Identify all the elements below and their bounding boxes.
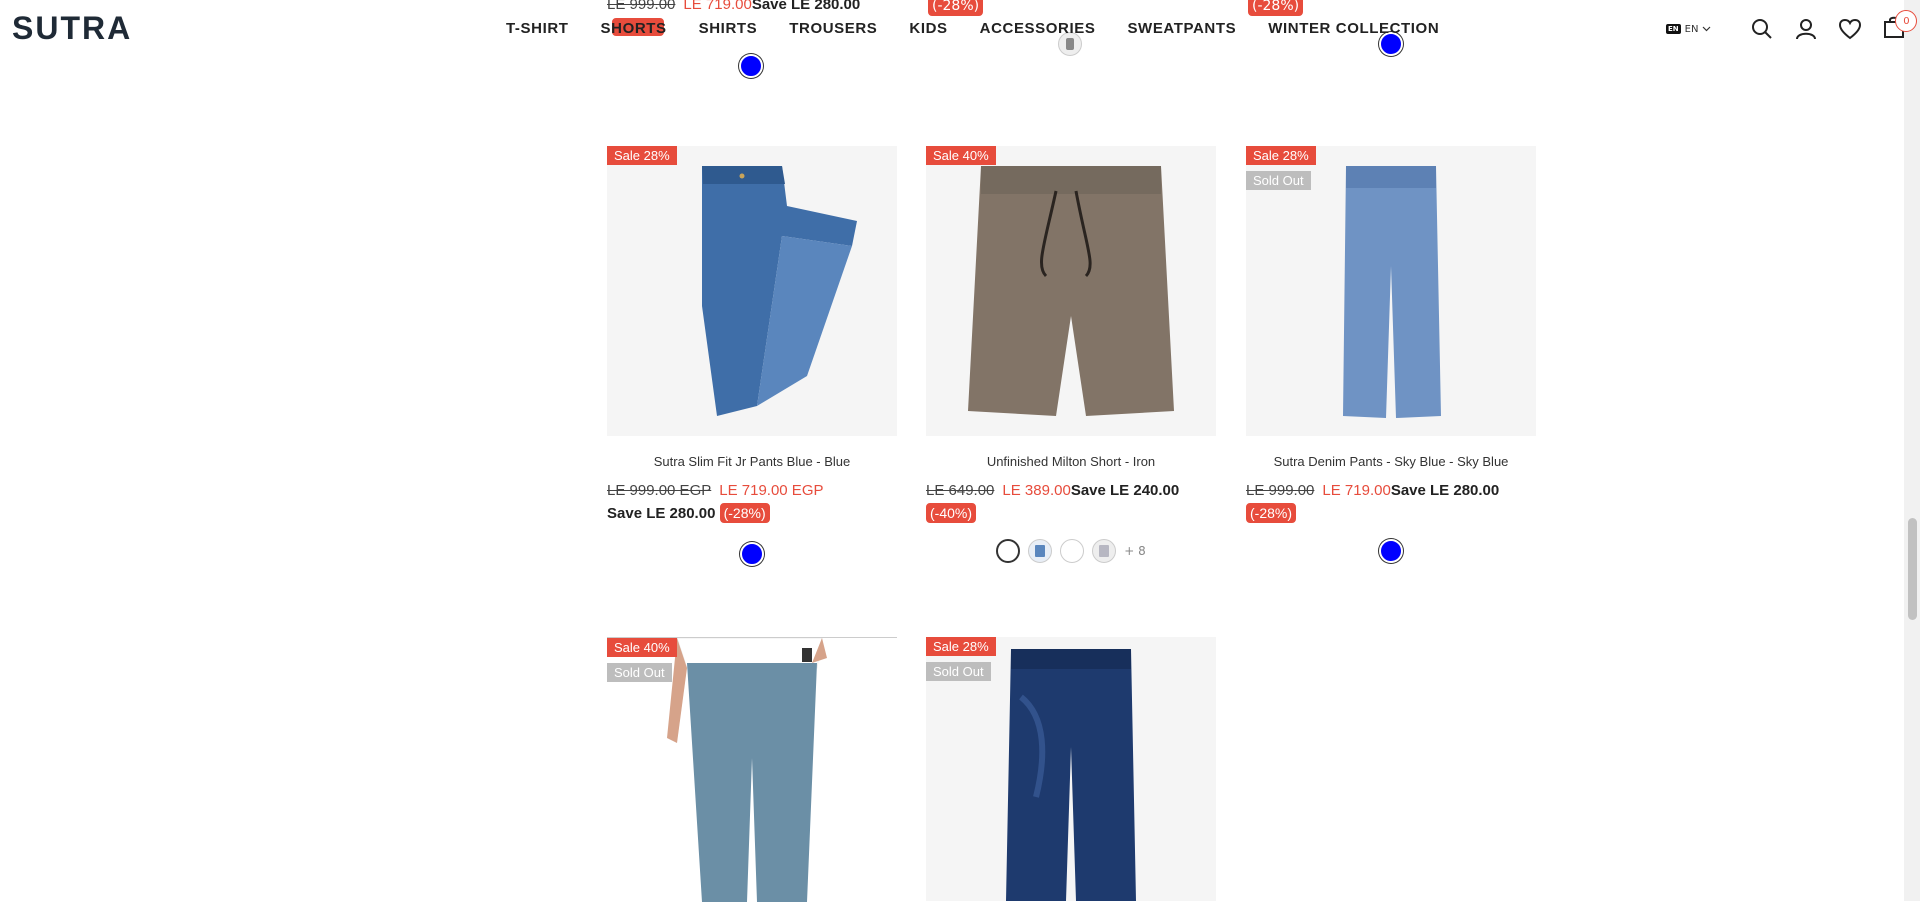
save-amount: Save LE 240.00 [1070,482,1180,499]
nav-item-trousers[interactable]: TROUSERS [789,20,877,37]
color-swatches [607,542,897,566]
site-header: SUTRA T-SHIRT SHORTS SHIRTS TROUSERS KID… [0,0,1918,58]
product-image[interactable]: Sale 28% Sold Out [926,637,1216,901]
sold-out-badge: Sold Out [926,662,991,681]
product-prices: LE 999.00 LE 719.00Save LE 280.00 (-28%) [1246,479,1556,525]
product-image[interactable]: Sale 40% [926,146,1216,436]
discount-percent: (-40%) [926,503,977,523]
sold-out-badge: Sold Out [1246,171,1311,190]
search-icon[interactable] [1749,16,1775,42]
product-image[interactable]: Sale 28% [607,146,897,436]
page-scrollbar[interactable] [1904,0,1920,901]
color-swatches [1246,539,1536,563]
sale-price: LE 719.00 [1322,482,1391,499]
nav-item-shirts[interactable]: SHIRTS [699,20,758,37]
save-amount: Save LE 280.00 [607,505,716,522]
sale-badge: Sale 28% [1246,146,1316,165]
more-colors-link[interactable]: + 8 [1124,544,1146,558]
sale-badge: Sale 40% [926,146,996,165]
product-prices: LE 649.00 LE 389.00Save LE 240.00 (-40%) [926,479,1236,525]
language-label: EN [1684,23,1699,35]
swatch-white[interactable] [996,539,1021,563]
nav-item-accessories[interactable]: ACCESSORIES [980,20,1096,37]
sale-badge: Sale 28% [607,146,677,165]
nav-item-t-shirt[interactable]: T-SHIRT [506,20,569,37]
brand-logo[interactable]: SUTRA [12,10,132,47]
sold-out-badge: Sold Out [607,663,672,682]
main-nav: T-SHIRT SHORTS SHIRTS TROUSERS KIDS ACCE… [506,20,1439,37]
swatch-blue[interactable] [1379,539,1403,563]
product-image[interactable]: Sale 40% Sold Out [607,637,897,902]
save-amount: Save LE 280.00 [1390,482,1500,499]
language-flag: EN [1666,24,1681,34]
product-image[interactable]: Sale 28% Sold Out [1246,146,1536,436]
old-price: LE 999.00 [1246,482,1315,499]
product-title[interactable]: Sutra Slim Fit Jr Pants Blue - Blue [607,454,897,469]
language-selector[interactable]: EN EN [1666,24,1711,35]
nav-item-kids[interactable]: KIDS [909,20,947,37]
sale-price: LE 719.00 EGP [719,482,824,499]
account-icon[interactable] [1793,16,1819,42]
old-price: LE 649.00 [926,482,995,499]
product-title[interactable]: Unfinished Milton Short - Iron [926,454,1216,469]
discount-percent: (-28%) [1246,503,1297,523]
swatch-grey-shorts[interactable] [1092,539,1117,563]
swatch-white-2[interactable] [1060,539,1085,563]
discount-percent: (-28%) [719,503,770,523]
swatch-blue[interactable] [740,542,764,566]
nav-item-shorts[interactable]: SHORTS [601,20,667,37]
chevron-down-icon [1702,24,1711,35]
old-price: LE 999.00 EGP [607,482,712,499]
nav-item-sweatpants[interactable]: SWEATPANTS [1127,20,1236,37]
swatch-blue-shorts[interactable] [1028,539,1053,563]
header-tools: EN EN 0 [1666,10,1918,42]
sale-badge: Sale 40% [607,638,677,657]
sale-badge: Sale 28% [926,637,996,656]
sale-price: LE 389.00 [1002,482,1071,499]
color-swatches: + 8 [926,539,1216,563]
scrollbar-thumb[interactable] [1908,518,1917,620]
product-prices: LE 999.00 EGP LE 719.00 EGP Save LE 280.0… [607,479,917,525]
cart-button[interactable]: 0 [1881,10,1918,42]
nav-item-winter-collection[interactable]: WINTER COLLECTION [1268,20,1439,37]
product-title[interactable]: Sutra Denim Pants - Sky Blue - Sky Blue [1246,454,1536,469]
wishlist-heart-icon[interactable] [1837,16,1863,42]
